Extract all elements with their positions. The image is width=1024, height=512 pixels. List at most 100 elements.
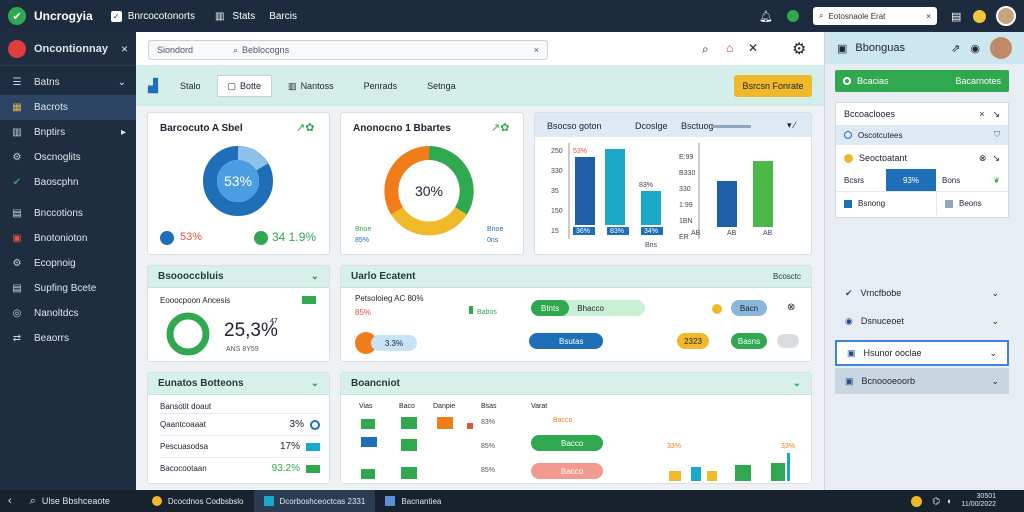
main-search-input[interactable]: Siondord ⌕ Beblocogns × <box>148 40 548 60</box>
sidebar-title: Oncontionnay <box>34 42 108 55</box>
share-icon[interactable]: ⇗ <box>951 42 960 55</box>
sidebar-item-8[interactable]: ▤ Supfing Bcete <box>0 276 136 301</box>
option-cell[interactable]: Bcsrs <box>836 169 886 191</box>
menu-basics[interactable]: Barcis <box>269 11 297 22</box>
eye-icon[interactable]: ◉ <box>970 42 980 55</box>
chevron-icon[interactable]: ▸ <box>121 127 126 138</box>
arrow-icon[interactable]: ↘ <box>992 109 1000 120</box>
mini-bar-chart <box>669 453 790 481</box>
arrow-icon[interactable]: ↘ <box>992 153 1000 164</box>
taskbar-item-active[interactable]: Dcorboshceoctcas 2331 <box>253 490 376 512</box>
list-row[interactable]: Bacocootaan 93.2% <box>160 457 320 479</box>
chevron-down-icon[interactable]: ⌄ <box>991 288 999 299</box>
avatar[interactable] <box>990 37 1012 59</box>
value-pill[interactable]: 3.3% <box>371 335 417 351</box>
tab-2[interactable]: ▥ Nantoss <box>278 75 344 97</box>
option-cell[interactable]: Bsnong <box>836 192 936 215</box>
action-button[interactable]: Bsrcsn Fonrate <box>734 75 812 97</box>
green-pill[interactable]: Basns <box>731 333 767 349</box>
tab-bar: ▟ Stalo ▢ Botte ▥ Nantoss Penrads Setnga Bsr… <box>136 66 824 106</box>
donut-value: 30% <box>414 183 444 199</box>
sidebar-item-5[interactable]: ▤ Bnccotions <box>0 201 136 226</box>
volume-icon[interactable]: ◖ <box>946 496 951 506</box>
trend-icon[interactable]: ↗✿ <box>491 121 509 134</box>
sidebar-item-label: Nanoltdcs <box>34 308 79 319</box>
sidebar-item-2[interactable]: ▥ Bnptirs ▸ <box>0 120 136 145</box>
list-row[interactable]: Bansotit doaut <box>160 399 320 413</box>
menu-icon[interactable]: ▾ ⁄ <box>787 120 796 131</box>
list-row[interactable]: Qaantcoaaat 3% <box>160 413 320 435</box>
sidebar-item-1[interactable]: ▦ Bacrots <box>0 95 136 120</box>
taskbar-item[interactable]: Bacnantiea <box>375 490 451 512</box>
accordion-item[interactable]: ✔ Vrncfbobe ⌄ <box>835 280 1009 306</box>
tools-icon[interactable]: ✕ <box>748 41 758 55</box>
option-cell-active[interactable]: 93% <box>886 169 936 191</box>
sidebar-item-0[interactable]: ☰ Batns ⌄ <box>0 70 136 95</box>
search-icon[interactable]: ⌕ <box>702 42 709 57</box>
tab-4[interactable]: Setnga <box>413 75 466 97</box>
card-header: Bsoooccbluis ⌄ <box>148 266 329 288</box>
clipboard-icon[interactable]: ▤ <box>951 10 961 23</box>
donut-value: 53% <box>223 173 253 189</box>
green-status-bar[interactable]: Bcacias Bacarnotes <box>835 70 1009 92</box>
clock[interactable]: 30501 11/00/2022 <box>961 493 996 509</box>
emoji-icon[interactable] <box>911 495 923 507</box>
chevron-down-icon[interactable]: ⌄ <box>311 378 319 389</box>
bell-icon[interactable]: 🔔︎ <box>759 10 773 23</box>
option-cell[interactable]: Beons <box>936 192 1008 215</box>
close-icon[interactable]: × <box>121 42 128 56</box>
main-toolbar: Siondord ⌕ Beblocogns × ⌕ ⌂ ✕ ⚙ <box>136 32 824 66</box>
chevron-down-icon[interactable]: ⌄ <box>991 376 999 387</box>
doc-icon: ▤ <box>12 283 22 294</box>
chevron-down-icon[interactable]: ⌄ <box>991 316 999 327</box>
search-icon[interactable]: ⌕ <box>30 495 36 508</box>
option-cell[interactable]: Bons <box>936 169 976 191</box>
emoji-icon[interactable] <box>973 9 987 23</box>
taskbar-item[interactable]: Ulse Bbshceaote <box>42 496 110 506</box>
sidebar-item-9[interactable]: ◎ Nanoltdcs <box>0 301 136 326</box>
menu-reports[interactable]: Bnrcocotonorts <box>128 11 195 22</box>
menu-stats[interactable]: Stats <box>232 11 255 22</box>
sidebar-item-7[interactable]: ⚙ Ecopnoig <box>0 251 136 276</box>
accordion-item[interactable]: ▣ Bcnoooeoorb ⌄ <box>835 368 1009 394</box>
list-row[interactable]: Pescuasodsa 17% <box>160 435 320 457</box>
close-icon[interactable]: ⊗ <box>979 153 987 164</box>
chevron-down-icon[interactable]: ⌄ <box>989 348 997 359</box>
close-icon[interactable]: × <box>926 12 931 21</box>
gear-icon[interactable]: ⚙ <box>792 39 806 59</box>
number-pill[interactable]: 2323 <box>677 333 709 349</box>
red-pill[interactable]: Bacco <box>531 463 603 479</box>
status-pill[interactable]: Bsutas <box>529 333 603 349</box>
accordion-item[interactable]: ▣ Hsunor ooclae ⌄ <box>835 340 1009 366</box>
network-icon[interactable]: ⌬ <box>932 496 940 507</box>
search-icon: ⌕ <box>233 44 239 55</box>
bar-x-label: 36% <box>576 228 590 235</box>
accordion-item[interactable]: ◉ Dsnuceoet ⌄ <box>835 308 1009 334</box>
option-row[interactable]: Oscotcutees ⛉ <box>836 125 1008 145</box>
tab-0[interactable]: Stalo <box>166 75 211 97</box>
toggle-pill[interactable]: Btnts Bhacco <box>531 300 645 316</box>
trend-icon[interactable]: ↗✿ <box>296 121 314 134</box>
close-icon[interactable]: × <box>979 109 984 119</box>
tab-1[interactable]: ▢ Botte <box>216 75 273 97</box>
tag-pill[interactable]: Bacn <box>731 300 767 316</box>
sidebar-item-6[interactable]: ▣ Bnotonioton <box>0 226 136 251</box>
sidebar-item-3[interactable]: ⚙ Oscnoglits <box>0 145 136 170</box>
y-tick-label: 1BN <box>679 218 693 225</box>
status-icon[interactable] <box>786 10 799 22</box>
chevron-icon[interactable]: ⌄ <box>118 77 126 88</box>
avatar[interactable] <box>996 6 1017 26</box>
green-pill[interactable]: Bacco <box>531 435 603 451</box>
gray-pill[interactable] <box>777 334 799 348</box>
close-icon[interactable]: ⊗ <box>787 302 795 313</box>
top-search-input[interactable]: ⌕ Eotosnaole Erat × <box>812 7 937 25</box>
back-icon[interactable]: ‹ <box>8 495 12 507</box>
sidebar-item-10[interactable]: ⇄ Beaorrs <box>0 326 136 351</box>
chevron-down-icon[interactable]: ⌄ <box>311 271 319 282</box>
sidebar-item-4[interactable]: ✔ Baoscphn <box>0 170 136 195</box>
tab-3[interactable]: Penrads <box>350 75 408 97</box>
clear-icon[interactable]: × <box>534 45 539 55</box>
home-icon[interactable]: ⌂ <box>726 41 733 55</box>
taskbar-item[interactable]: Dcocdnos Codbsbslo <box>142 490 254 512</box>
chevron-down-icon[interactable]: ⌄ <box>793 378 801 389</box>
